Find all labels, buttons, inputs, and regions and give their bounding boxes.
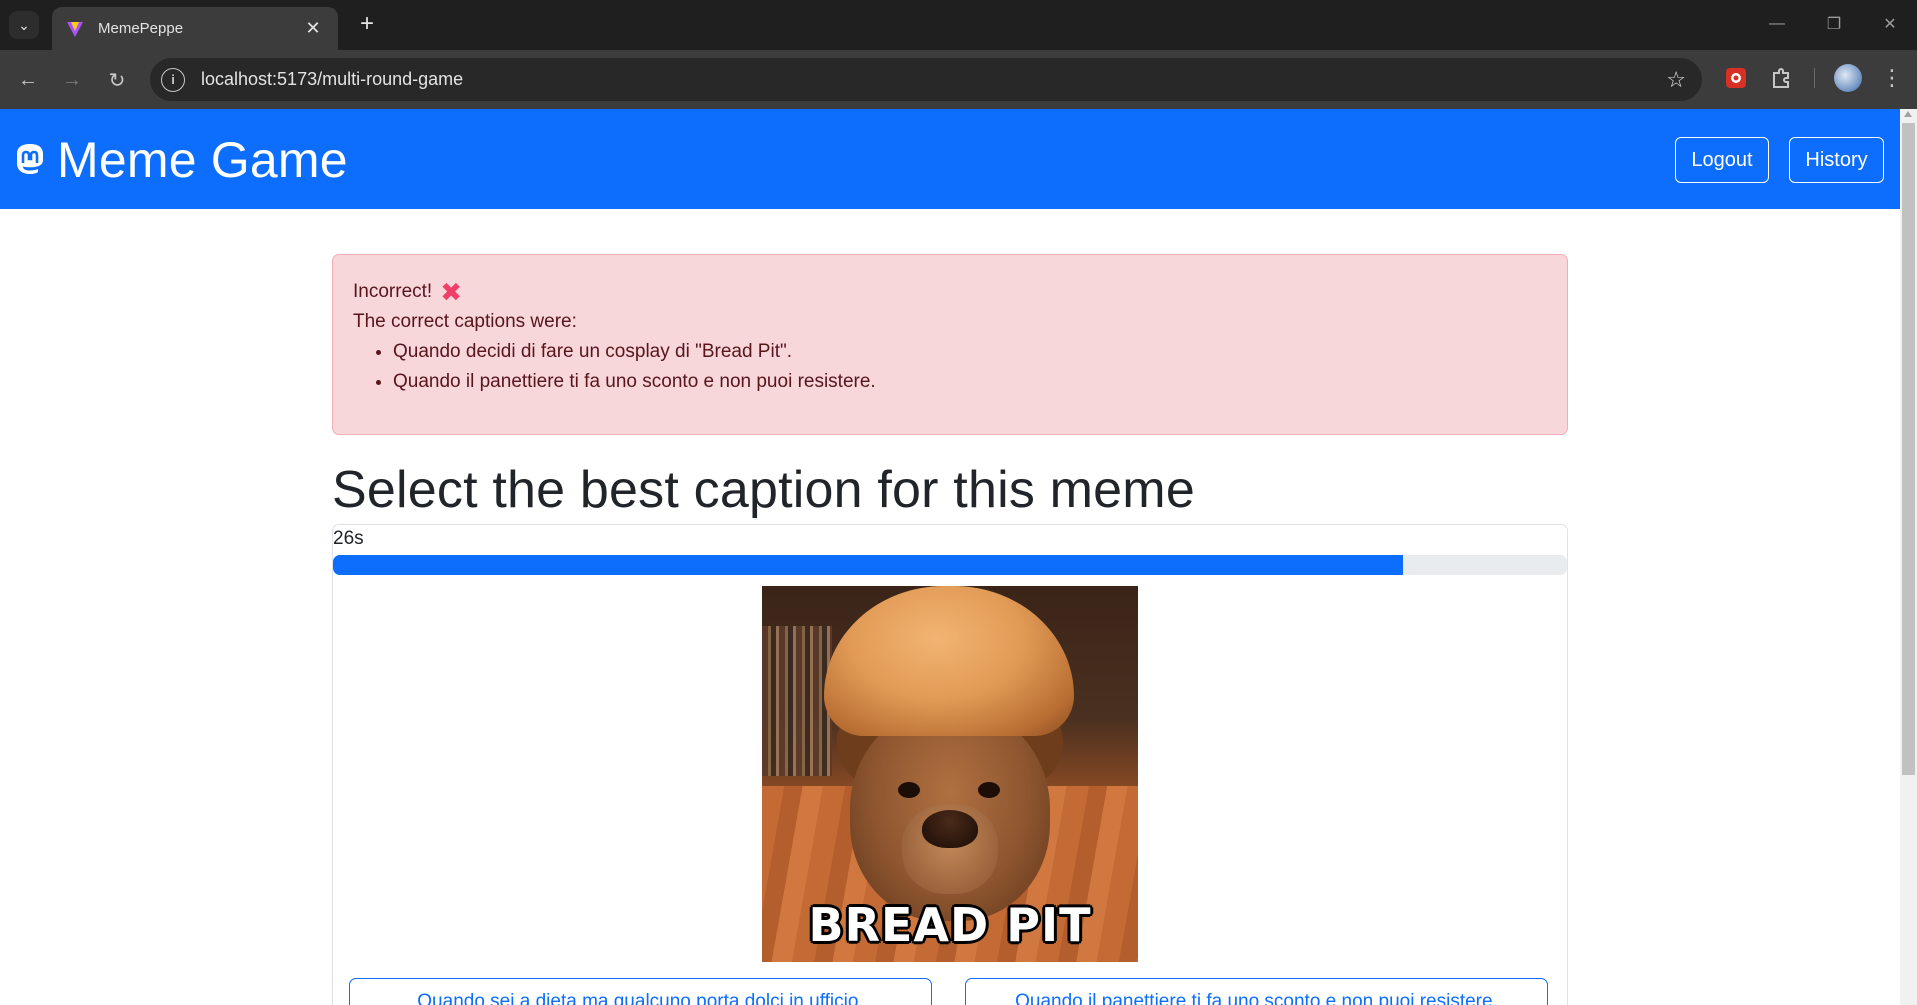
caption-option-button[interactable]: Quando il panettiere ti fa uno sconto e … [965, 978, 1548, 1005]
alert-intro: The correct captions were: [353, 311, 577, 332]
profile-avatar[interactable] [1834, 64, 1862, 92]
cross-mark-icon: ✖ [440, 277, 462, 307]
bookmark-star-icon[interactable]: ☆ [1666, 67, 1686, 93]
mastodon-icon [17, 144, 43, 174]
app-navbar: Meme Game Logout History [0, 109, 1900, 209]
browser-toolbar: ← → ↻ i localhost:5173/multi-round-game … [0, 50, 1917, 109]
history-button[interactable]: History [1789, 137, 1884, 183]
caption-option-button[interactable]: Quando sei a dieta ma qualcuno porta dol… [349, 978, 932, 1005]
toolbar-separator [1814, 68, 1815, 88]
timer-progress-bar [333, 555, 1403, 575]
url-text[interactable]: localhost:5173/multi-round-game [201, 69, 1666, 90]
page-heading: Select the best caption for this meme [332, 461, 1195, 519]
restore-icon[interactable]: ❐ [1814, 10, 1854, 38]
meme-image-text: BREAD PIT [808, 898, 1092, 952]
page-viewport: Meme Game Logout History Incorrect! ✖ Th… [0, 109, 1917, 1005]
game-card: 26s BREAD PIT Quando sei a dieta ma qual… [332, 524, 1568, 1005]
correct-caption-item: Quando il panettiere ti fa uno sconto e … [393, 367, 1547, 397]
close-window-icon[interactable]: ✕ [1870, 10, 1910, 38]
alert-status-text: Incorrect! [353, 281, 433, 302]
minimize-icon[interactable]: — [1757, 10, 1797, 38]
tab-title: MemePeppe [98, 20, 184, 37]
result-alert: Incorrect! ✖ The correct captions were: … [332, 254, 1568, 435]
browser-tab[interactable]: MemePeppe ✕ [52, 7, 338, 50]
site-info-icon[interactable]: i [161, 67, 185, 92]
scroll-up-arrow-icon[interactable] [1904, 111, 1912, 117]
browser-tabstrip: ⌄ MemePeppe ✕ + — ❐ ✕ [0, 0, 1917, 50]
tab-close-icon[interactable]: ✕ [302, 18, 324, 39]
meme-image: BREAD PIT [762, 586, 1138, 962]
vite-favicon-icon [67, 21, 83, 37]
back-icon[interactable]: ← [12, 64, 44, 96]
chevron-down-icon: ⌄ [18, 16, 30, 33]
reload-icon[interactable]: ↻ [101, 64, 133, 96]
extension-red-icon[interactable] [1722, 64, 1750, 92]
forward-icon[interactable]: → [56, 64, 88, 96]
correct-captions-list: Quando decidi di fare un cosplay di "Bre… [353, 337, 1547, 397]
alert-status-line: Incorrect! ✖ [353, 277, 1547, 307]
scrollbar-thumb[interactable] [1902, 123, 1915, 775]
brand[interactable]: Meme Game [14, 131, 348, 189]
logout-button[interactable]: Logout [1675, 137, 1769, 183]
tab-search-button[interactable]: ⌄ [9, 11, 39, 39]
extensions-puzzle-icon[interactable] [1767, 64, 1795, 92]
address-bar[interactable]: i localhost:5173/multi-round-game ☆ [150, 58, 1702, 101]
new-tab-button[interactable]: + [352, 9, 382, 39]
browser-menu-icon[interactable]: ⋮ [1881, 64, 1903, 92]
timer-label: 26s [333, 528, 364, 549]
timer-progress [333, 555, 1567, 575]
correct-caption-item: Quando decidi di fare un cosplay di "Bre… [393, 337, 1547, 367]
page-scrollbar[interactable] [1900, 109, 1917, 1005]
brand-title: Meme Game [57, 132, 348, 188]
